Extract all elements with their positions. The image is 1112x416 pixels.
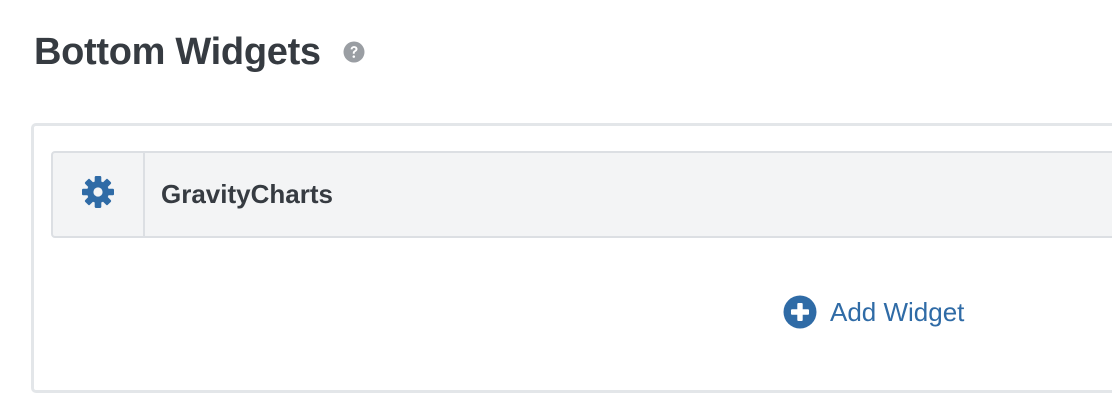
widget-area: GravityCharts Add Widget — [31, 123, 1112, 393]
section-header: Bottom Widgets — [34, 26, 365, 78]
help-icon[interactable] — [343, 41, 365, 63]
add-widget-button[interactable]: Add Widget — [783, 295, 964, 329]
widget-name: GravityCharts — [161, 179, 333, 209]
add-widget-label: Add Widget — [830, 296, 965, 327]
gear-icon — [81, 175, 115, 214]
plus-circle-icon — [783, 295, 817, 329]
widget-settings-button[interactable] — [53, 153, 145, 236]
section-title: Bottom Widgets — [34, 30, 321, 73]
widget-row[interactable]: GravityCharts — [51, 151, 1112, 238]
